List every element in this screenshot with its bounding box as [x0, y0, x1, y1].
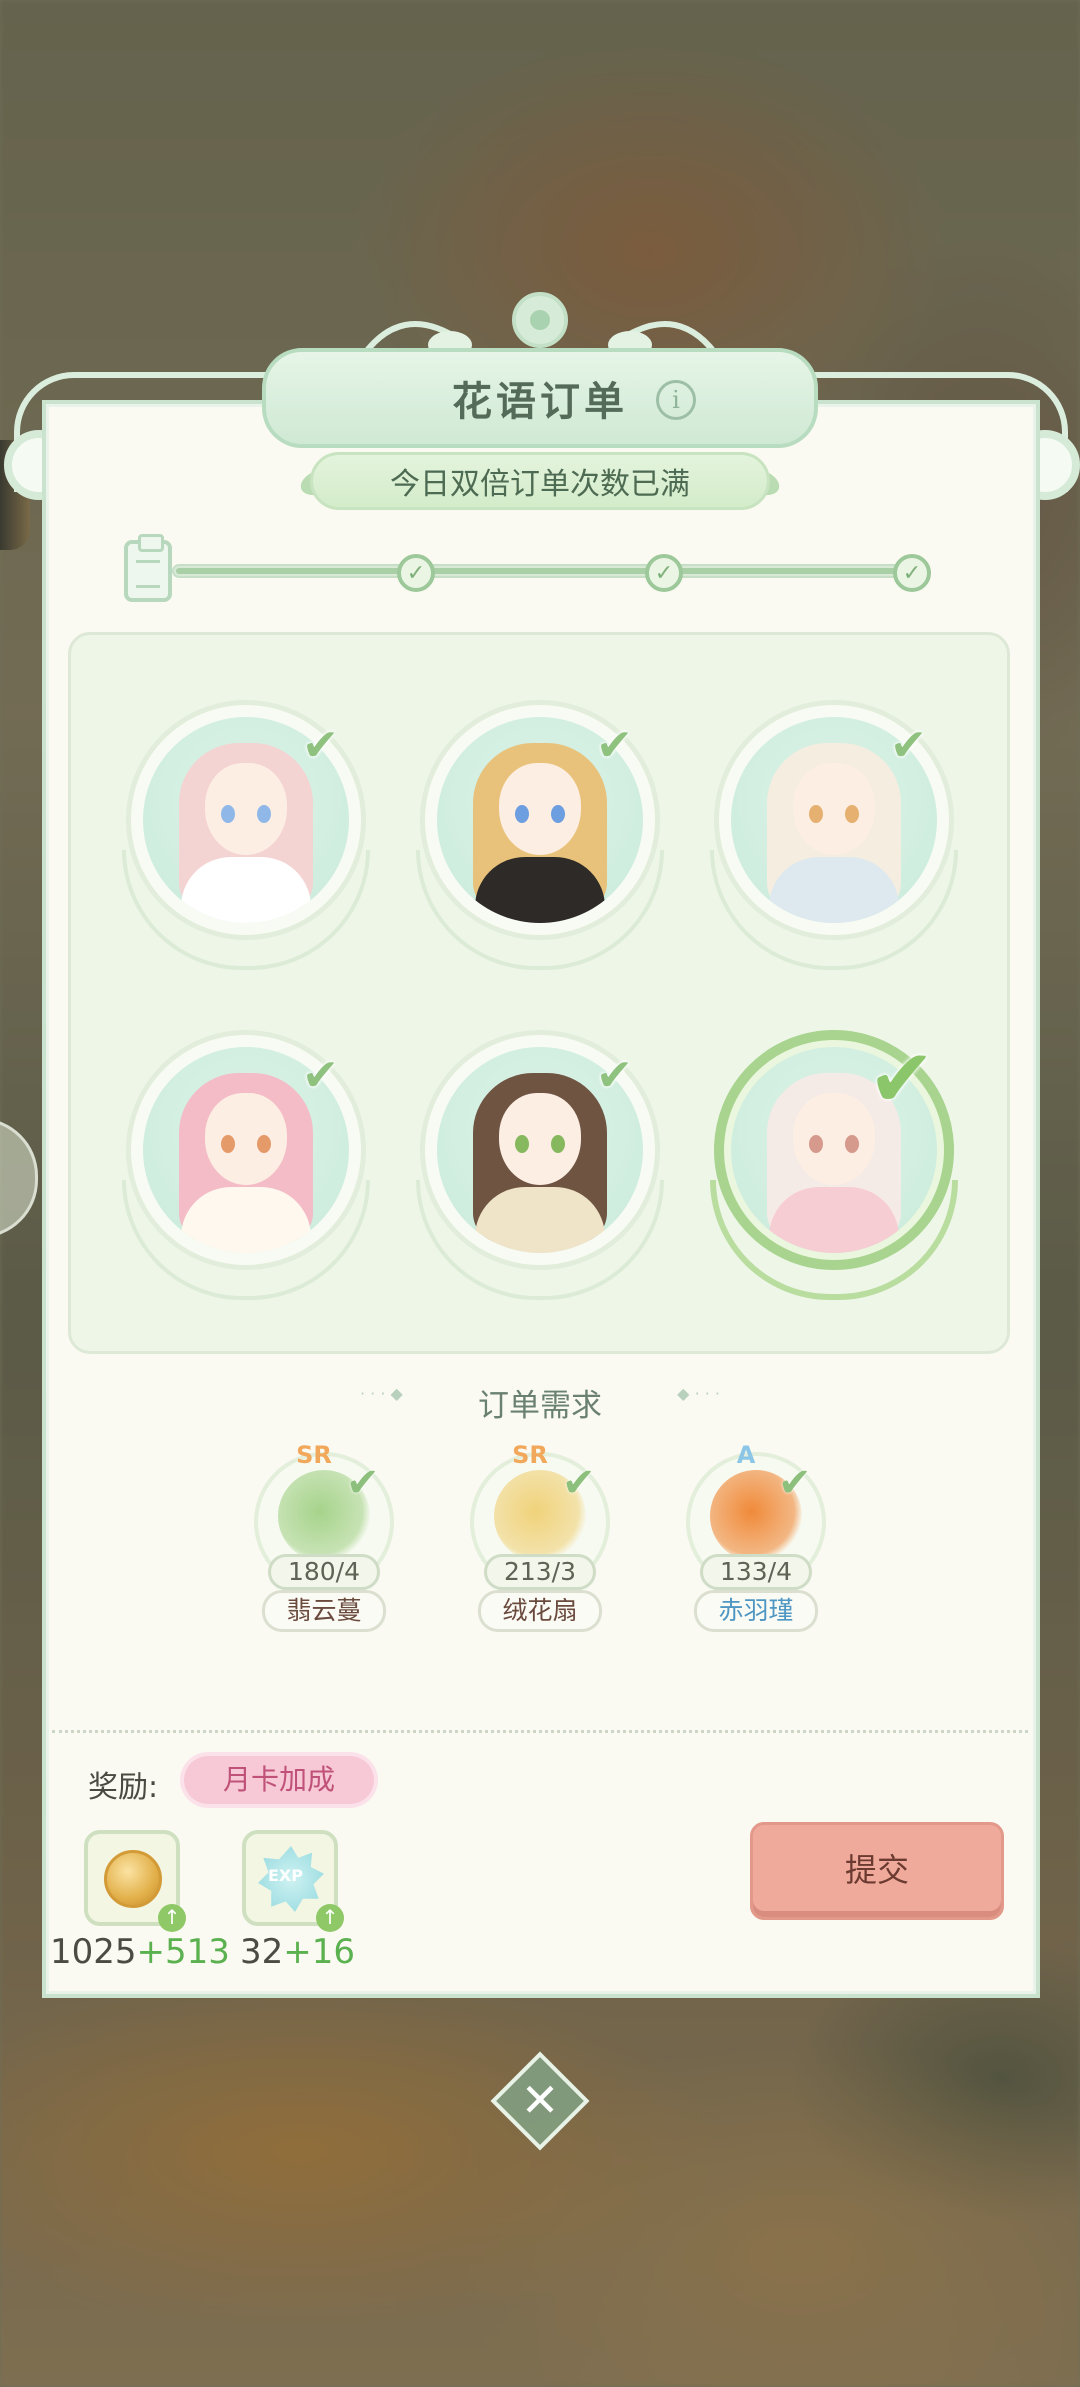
portrait-face	[205, 1093, 287, 1185]
check-icon: ✔	[868, 1032, 936, 1125]
requirement-count: 180/4	[268, 1554, 380, 1590]
check-icon: ✔	[596, 720, 633, 771]
portrait-eye	[221, 1135, 235, 1153]
portrait-eye	[551, 805, 565, 823]
portrait-eye	[221, 805, 235, 823]
requirement-item[interactable]: SR ✔ 180/4 翡云蔓	[238, 1440, 408, 1640]
rarity-badge: A	[736, 1441, 756, 1469]
portrait-outfit	[181, 857, 311, 923]
exp-amount: 32+16	[240, 1932, 355, 1972]
portrait-eye	[257, 1135, 271, 1153]
portrait-eye	[845, 805, 859, 823]
portrait-outfit	[769, 857, 899, 923]
exp-icon-label: EXP	[268, 1866, 303, 1885]
requirement-count: 213/3	[484, 1554, 596, 1590]
coin-bonus: +513	[136, 1932, 230, 1972]
milestone-check-icon: ✓	[893, 554, 931, 592]
page-title: 花语订单	[452, 379, 628, 425]
customer-slot[interactable]: ✔	[710, 700, 958, 1000]
portrait-eye	[515, 1135, 529, 1153]
customer-slot[interactable]: ✔	[416, 700, 664, 1000]
coin-icon	[104, 1850, 162, 1908]
flower-name: 翡云蔓	[262, 1590, 386, 1632]
order-progress-bar	[172, 564, 912, 578]
rarity-badge: SR	[512, 1441, 548, 1469]
requirements-title: 订单需求	[360, 1380, 720, 1424]
progress-fill	[176, 568, 908, 574]
portrait-eye	[845, 1135, 859, 1153]
check-icon: ✔	[778, 1460, 812, 1506]
coin-base: 1025	[50, 1932, 137, 1972]
portrait-eye	[551, 1135, 565, 1153]
customer-slot[interactable]: ✔	[416, 1030, 664, 1330]
reward-label: 奖励:	[88, 1770, 159, 1805]
check-icon: ✔	[562, 1460, 596, 1506]
customer-slot[interactable]: ✔	[122, 1030, 370, 1330]
flower-name: 赤羽瑾	[694, 1590, 818, 1632]
check-icon: ✔	[302, 720, 339, 771]
submit-button[interactable]: 提交	[750, 1822, 1004, 1920]
monthly-card-badge[interactable]: 月卡加成	[184, 1756, 374, 1804]
requirement-item[interactable]: SR ✔ 213/3 绒花扇	[454, 1440, 624, 1640]
exp-base: 32	[240, 1932, 284, 1972]
check-icon: ✔	[302, 1050, 339, 1101]
info-icon[interactable]: i	[656, 380, 696, 420]
customer-slot[interactable]: ✔	[710, 1030, 958, 1330]
boost-arrow-icon: ↑	[158, 1904, 186, 1932]
portrait-eye	[809, 805, 823, 823]
portrait-outfit	[769, 1187, 899, 1253]
milestone-check-icon: ✓	[397, 554, 435, 592]
customer-slot[interactable]: ✔	[122, 700, 370, 1000]
double-order-banner: 今日双倍订单次数已满	[310, 452, 770, 510]
portrait-eye	[809, 1135, 823, 1153]
exp-bonus: +16	[283, 1932, 356, 1972]
requirement-item[interactable]: A ✔ 133/4 赤羽瑾	[670, 1440, 840, 1640]
rarity-badge: SR	[296, 1441, 332, 1469]
requirement-count: 133/4	[700, 1554, 812, 1590]
close-icon[interactable]: ✕	[505, 2066, 575, 2136]
portrait-face	[793, 763, 875, 855]
coin-amount: 1025+513	[50, 1932, 230, 1972]
divider	[52, 1730, 1028, 1733]
exp-reward[interactable]: EXP ↑	[242, 1830, 344, 1932]
portrait-eye	[257, 805, 271, 823]
portrait-outfit	[181, 1187, 311, 1253]
portrait-face	[499, 763, 581, 855]
portrait-outfit	[475, 857, 605, 923]
check-icon: ✔	[346, 1460, 380, 1506]
check-icon: ✔	[596, 1050, 633, 1101]
check-icon: ✔	[890, 720, 927, 771]
portrait-face	[793, 1093, 875, 1185]
portrait-face	[499, 1093, 581, 1185]
portrait-eye	[515, 805, 529, 823]
title-plaque: 花语订单 i	[262, 348, 818, 448]
flower-name: 绒花扇	[478, 1590, 602, 1632]
portrait-face	[205, 763, 287, 855]
clipboard-icon[interactable]	[124, 534, 172, 602]
milestone-check-icon: ✓	[645, 554, 683, 592]
portrait-outfit	[475, 1187, 605, 1253]
boost-arrow-icon: ↑	[316, 1904, 344, 1932]
coin-reward[interactable]: ↑	[84, 1830, 186, 1932]
